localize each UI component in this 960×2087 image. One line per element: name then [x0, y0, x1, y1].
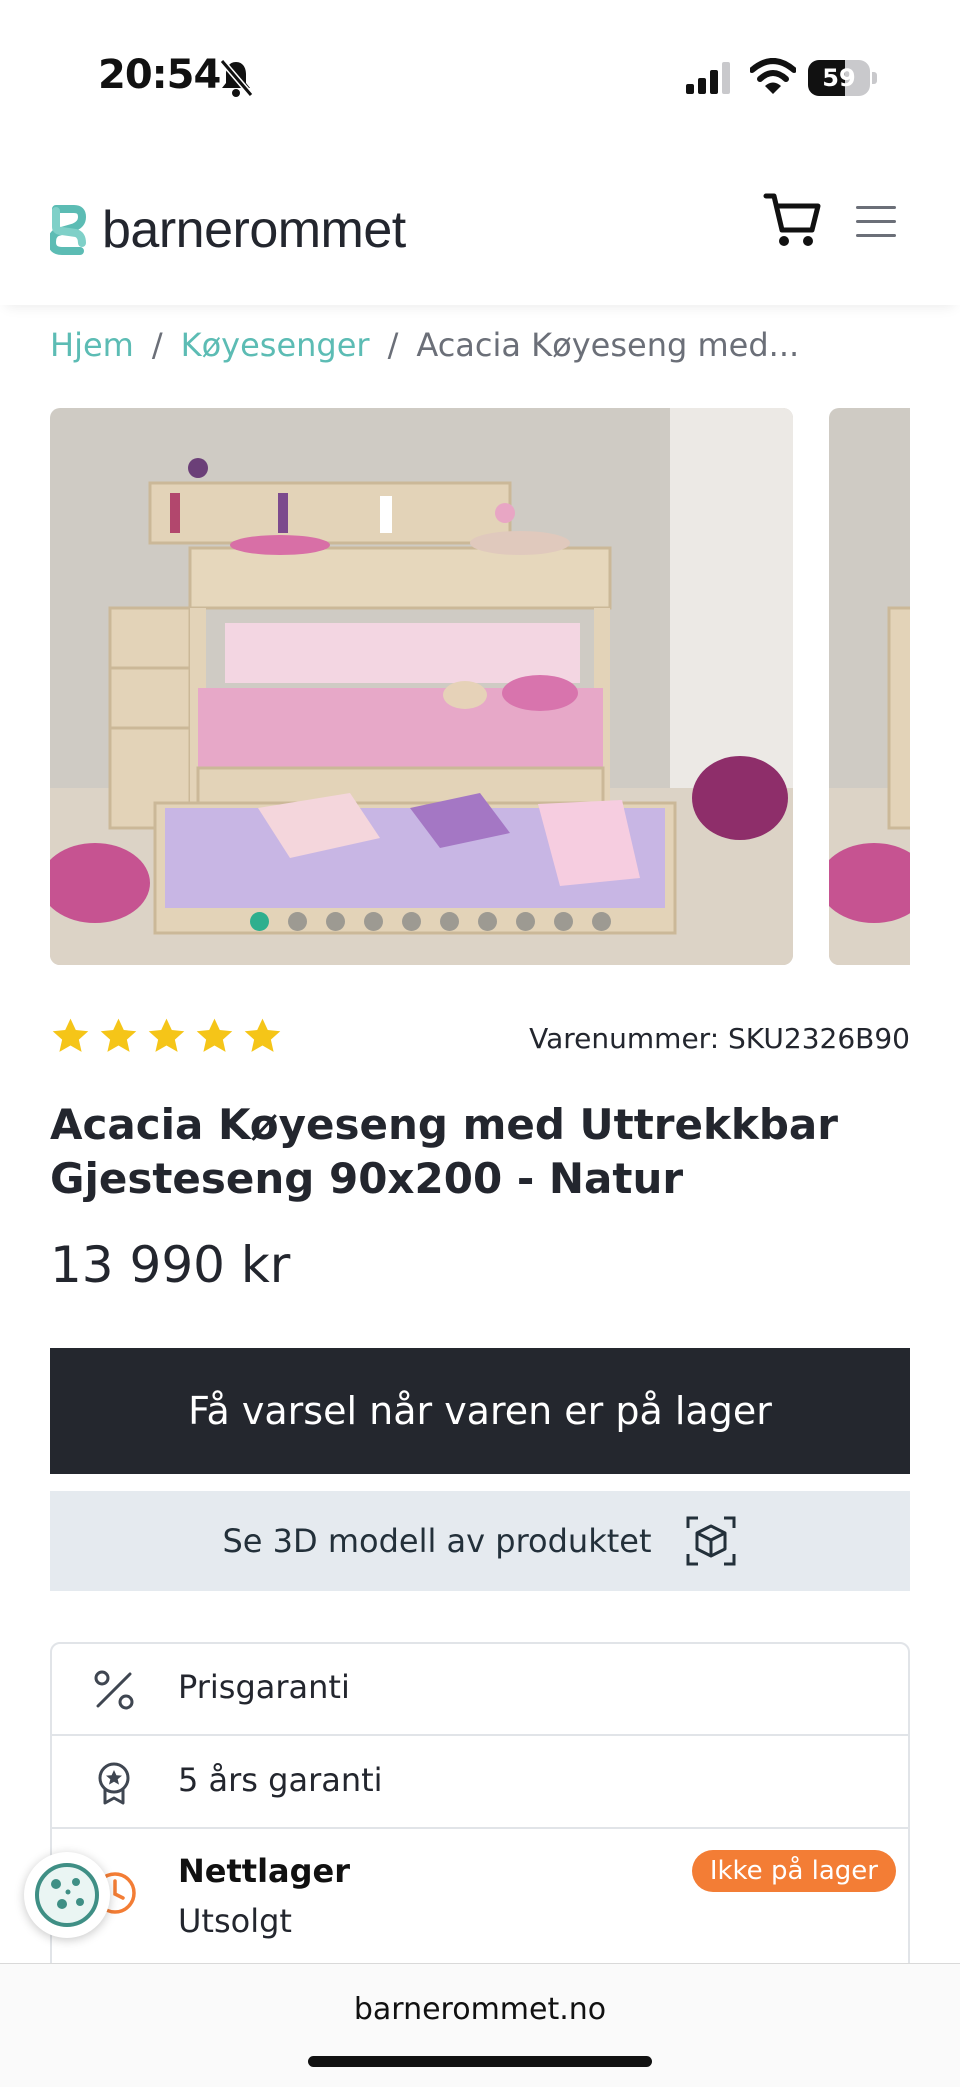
star-icon [100, 1018, 137, 1052]
stock-location-title: Nettlager [178, 1852, 351, 1890]
battery-indicator: 59 [808, 60, 878, 96]
rating-stars [50, 1016, 283, 1057]
cart-icon[interactable] [762, 190, 822, 250]
logo-mark-icon [50, 205, 86, 255]
breadcrumb-separator: / [387, 326, 399, 364]
gallery-dot[interactable] [288, 912, 307, 931]
price-guarantee-label: Prisgaranti [178, 1668, 350, 1706]
cellular-signal-icon [686, 62, 730, 94]
bunk-bed-photo-next [829, 408, 910, 965]
status-bar: 20:54 59 [0, 0, 960, 150]
star-icon [52, 1018, 89, 1052]
gallery-dot[interactable] [250, 912, 269, 931]
breadcrumb-category[interactable]: Køyesenger [181, 326, 370, 364]
info-row-price-guarantee[interactable]: Prisgaranti [52, 1644, 908, 1736]
percent-icon [94, 1670, 134, 1710]
product-title: Acacia Køyeseng med Uttrekkbar Gjestesen… [50, 1100, 838, 1203]
gallery-dot[interactable] [326, 912, 345, 931]
view-3d-model-label: Se 3D modell av produktet [222, 1522, 652, 1560]
notify-stock-label: Få varsel når varen er på lager [188, 1389, 772, 1433]
bunk-bed-photo [50, 408, 793, 965]
battery-percentage: 59 [822, 64, 856, 92]
home-indicator [308, 2056, 652, 2067]
gallery-pagination [250, 912, 611, 931]
breadcrumb-home[interactable]: Hjem [50, 326, 134, 364]
breadcrumb-current: Acacia Køyeseng med... [416, 326, 800, 364]
site-logo[interactable]: barnerommet [50, 200, 406, 260]
gallery-dot[interactable] [592, 912, 611, 931]
menu-icon[interactable] [852, 202, 900, 242]
info-row-stock: Nettlager Utsolgt Ikke på lager [52, 1830, 908, 1970]
gallery-dot[interactable] [516, 912, 535, 931]
award-badge-icon [98, 1762, 130, 1805]
gallery-dot[interactable] [440, 912, 459, 931]
status-time: 20:54 [98, 52, 221, 98]
product-gallery[interactable] [50, 408, 910, 965]
product-price: 13 990 kr [50, 1236, 291, 1294]
gallery-dot[interactable] [478, 912, 497, 931]
info-row-warranty[interactable]: 5 års garanti [52, 1737, 908, 1829]
bell-muted-icon [219, 59, 254, 97]
site-header: barnerommet [0, 150, 960, 305]
wifi-icon [750, 58, 796, 94]
product-info-card: Prisgaranti 5 års garanti Nettlager Utso… [50, 1642, 910, 1972]
url-text: barnerommet.no [353, 1992, 607, 2027]
warranty-label: 5 års garanti [178, 1761, 383, 1799]
cookie-settings-button[interactable] [24, 1852, 110, 1938]
view-3d-model-button[interactable]: Se 3D modell av produktet [50, 1491, 910, 1591]
sku-number: Varenummer: SKU2326B90 [529, 1022, 910, 1055]
3d-cube-icon [686, 1516, 735, 1566]
gallery-dot[interactable] [402, 912, 421, 931]
product-image[interactable] [50, 408, 793, 965]
browser-address-bar[interactable]: barnerommet.no [0, 1963, 960, 2087]
breadcrumb-separator: / [151, 326, 163, 364]
product-image-next[interactable] [829, 408, 910, 965]
star-icon [244, 1018, 281, 1052]
notify-stock-button[interactable]: Få varsel når varen er på lager [50, 1348, 910, 1474]
gallery-dot[interactable] [364, 912, 383, 931]
logo-text: barnerommet [102, 201, 406, 259]
breadcrumb: Hjem / Køyesenger / Acacia Køyeseng med.… [50, 326, 799, 364]
stock-status-text: Utsolgt [178, 1902, 292, 1940]
star-icon [196, 1018, 233, 1052]
star-icon [148, 1018, 185, 1052]
out-of-stock-badge: Ikke på lager [691, 1850, 896, 1892]
gallery-dot[interactable] [554, 912, 573, 931]
cookie-icon [35, 1863, 99, 1927]
